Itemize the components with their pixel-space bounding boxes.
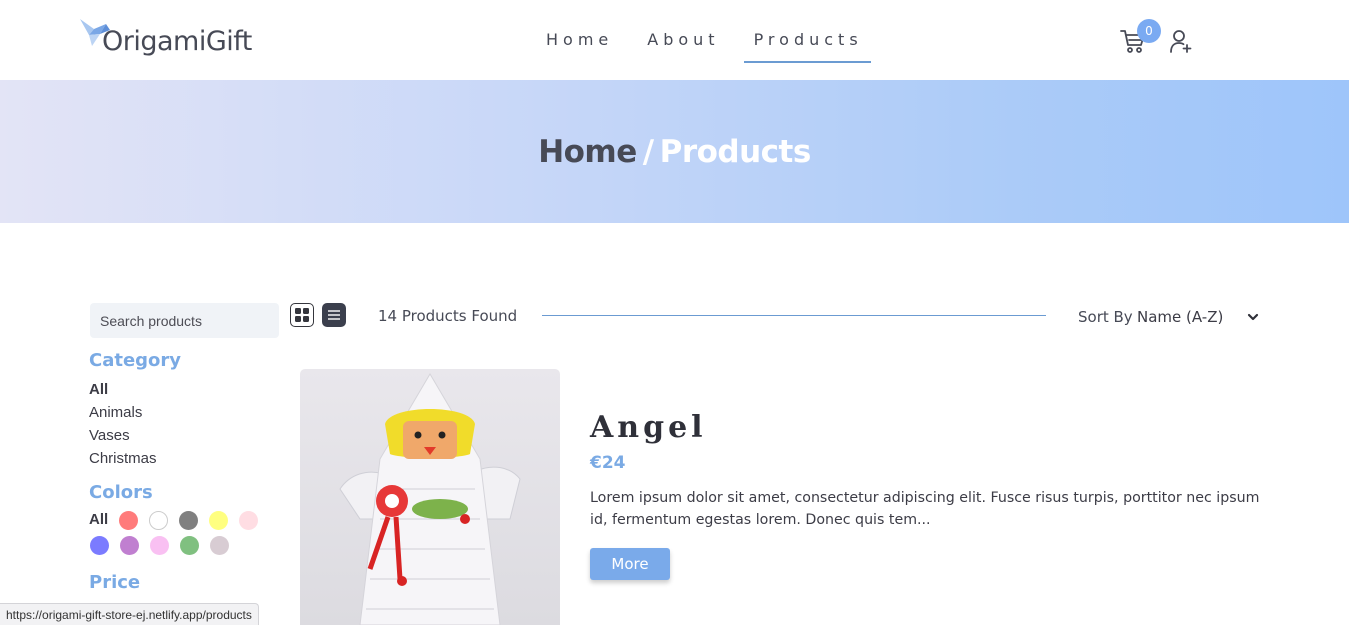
chevron-down-icon [1247,313,1259,321]
product-description: Lorem ipsum dolor sit amet, consectetur … [590,490,1260,528]
category-all[interactable]: All [89,378,157,401]
sort-label: Sort By [1078,308,1133,326]
color-swatch-purple[interactable] [120,536,139,555]
status-bar-url: https://origami-gift-store-ej.netlify.ap… [0,603,259,625]
category-vases[interactable]: Vases [89,424,157,447]
color-swatch-light-pink[interactable] [150,536,169,555]
nav-products[interactable]: Products [743,28,871,63]
category-list: All Animals Vases Christmas [89,378,157,470]
origami-bird-icon [80,19,110,46]
main-nav: Home About Products [536,28,887,63]
navbar: OrigamiGift Home About Products 0 [0,0,1349,80]
product-image[interactable] [300,369,560,625]
color-all[interactable]: All [89,510,108,530]
cart-count-badge: 0 [1137,19,1161,43]
color-swatch-mauve[interactable] [210,536,229,555]
breadcrumb-home[interactable]: Home [538,134,637,170]
product-name: Angel [590,410,707,445]
color-swatch-yellow[interactable] [209,511,228,530]
color-swatch-blue[interactable] [90,536,109,555]
list-icon [328,310,340,320]
color-swatch-pink[interactable] [239,511,258,530]
nav-home[interactable]: Home [536,28,621,63]
grid-view-button[interactable] [290,303,314,327]
sort-selected-value: Name (A-Z) [1137,308,1224,326]
product-price: €24 [590,453,626,473]
color-swatch-gray[interactable] [179,511,198,530]
color-swatch-white[interactable] [149,511,168,530]
category-heading: Category [89,350,182,371]
sort-select[interactable]: Name (A-Z) [1137,306,1259,328]
price-heading: Price [89,572,141,593]
breadcrumb-current: Products [659,133,812,170]
category-animals[interactable]: Animals [89,401,157,424]
page-hero: Home / Products [0,80,1349,223]
toolbar-divider [542,315,1046,316]
grid-icon [295,308,309,322]
more-button[interactable]: More [590,548,670,580]
breadcrumb-separator: / [642,133,654,170]
nav-about[interactable]: About [637,28,727,63]
search-input[interactable] [90,303,279,338]
brand-name: OrigamiGift [102,26,252,57]
colors-heading: Colors [89,482,153,503]
list-view-button[interactable] [322,303,346,327]
user-add-icon[interactable] [1170,29,1192,53]
products-found-count: 14 Products Found [378,307,518,325]
origami-angel-illustration [339,373,521,625]
logo-link[interactable]: OrigamiGift [78,16,252,64]
color-swatch-green[interactable] [180,536,199,555]
breadcrumb: Home / Products [538,134,811,170]
category-christmas[interactable]: Christmas [89,447,157,470]
color-swatch-red[interactable] [119,511,138,530]
